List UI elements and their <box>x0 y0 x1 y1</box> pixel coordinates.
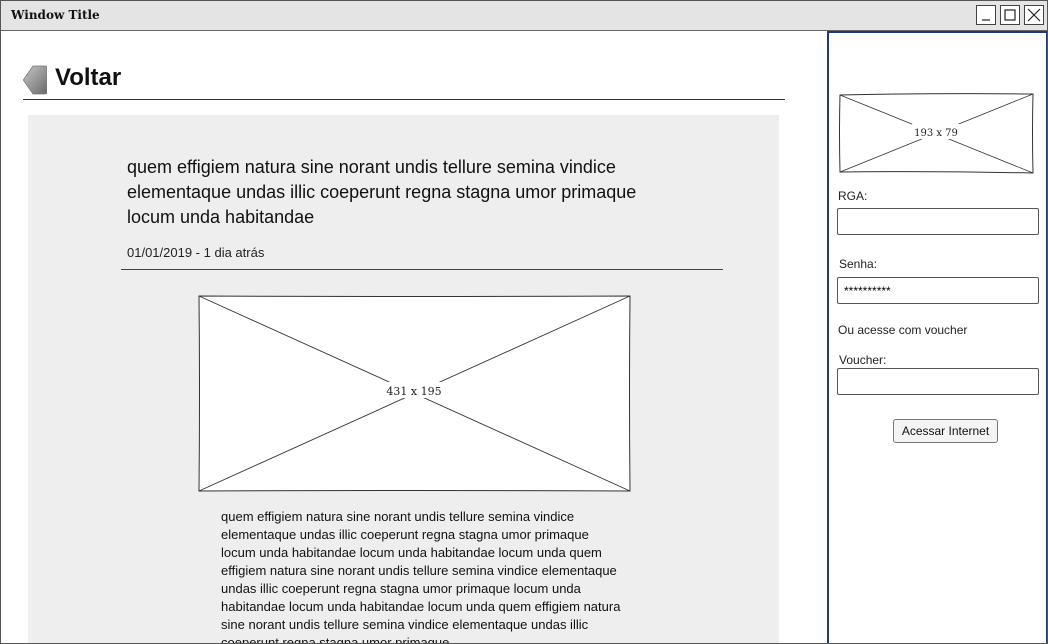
maximize-button[interactable] <box>1000 5 1020 25</box>
password-label: Senha: <box>839 257 878 271</box>
minimize-icon <box>982 19 990 21</box>
article-divider <box>121 269 723 270</box>
logo-image-size-label: 193 x 79 <box>914 128 958 139</box>
header-divider <box>23 99 785 100</box>
back-arrow-icon[interactable] <box>23 65 48 95</box>
logo-image-placeholder: 193 x 79 <box>839 93 1034 174</box>
access-internet-button[interactable]: Acessar Internet <box>893 419 998 443</box>
article-image-size-label: 431 x 195 <box>386 385 441 398</box>
password-field[interactable] <box>837 277 1039 304</box>
minimize-button[interactable] <box>976 5 996 25</box>
main-content: Voltar quem effigiem natura sine norant … <box>1 31 827 644</box>
voucher-label: Voucher: <box>839 353 887 367</box>
window-title: Window Title <box>11 8 100 22</box>
article-image-placeholder: 431 x 195 <box>198 295 631 492</box>
voucher-field[interactable] <box>837 368 1039 395</box>
app-window: Window Title Voltar quem effigiem natura… <box>0 0 1048 644</box>
close-button[interactable] <box>1024 5 1044 25</box>
article-title: quem effigiem natura sine norant undis t… <box>127 157 637 227</box>
maximize-icon <box>1004 9 1016 21</box>
title-bar[interactable]: Window Title <box>1 1 1047 31</box>
login-sidebar: 193 x 79 RGA: Senha: Ou acesse com vouch… <box>827 31 1047 643</box>
back-link[interactable]: Voltar <box>55 64 121 92</box>
article-body: quem effigiem natura sine norant undis t… <box>221 509 621 644</box>
voucher-note: Ou acesse com voucher <box>838 323 968 337</box>
rga-label: RGA: <box>838 189 868 203</box>
article-date: 01/01/2019 - 1 dia atrás <box>127 245 265 260</box>
article-panel: quem effigiem natura sine norant undis t… <box>28 115 779 644</box>
close-icon <box>1027 8 1041 22</box>
rga-field[interactable] <box>837 208 1039 235</box>
